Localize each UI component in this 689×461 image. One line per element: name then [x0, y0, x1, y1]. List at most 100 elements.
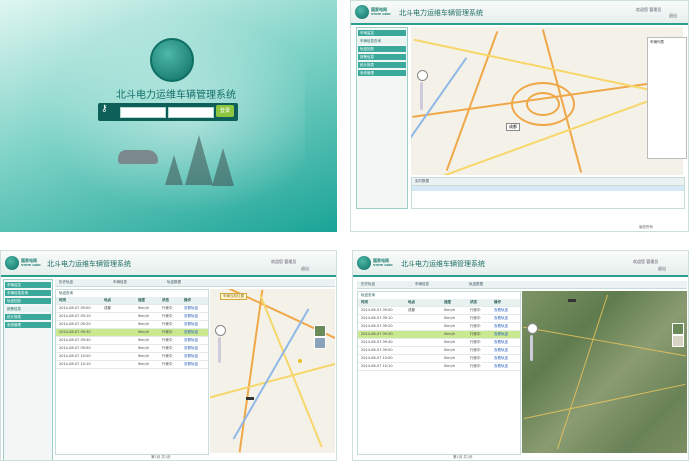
table-row[interactable]: 2014-08-07 09:10 0km/h 行驶中 查看轨迹	[358, 315, 520, 323]
sidebar-item[interactable]: 车辆信息查询	[358, 38, 406, 44]
table-cell: 0km/h	[138, 322, 150, 326]
sidebar-item[interactable]: 报警信息	[358, 54, 406, 60]
table-cell: 0km/h	[138, 338, 150, 342]
zoom-slider[interactable]	[218, 337, 221, 363]
logout-link[interactable]: 退出	[301, 266, 309, 272]
view-track-link[interactable]: 查看轨迹	[494, 315, 508, 322]
table-cell: 2014-08-07 09:00	[361, 308, 393, 312]
footer-text: 版权所有	[639, 225, 653, 229]
view-track-link[interactable]: 查看轨迹	[494, 347, 508, 354]
username-input[interactable]	[120, 107, 166, 118]
view-track-link[interactable]: 查看轨迹	[494, 355, 508, 362]
table-row[interactable]: 2014-08-07 09:50 0km/h 行驶中 查看轨迹	[358, 347, 520, 355]
table-row[interactable]: 2014-08-07 10:10 0km/h 行驶中 查看轨迹	[56, 361, 208, 369]
state-grid-logo	[357, 256, 371, 270]
login-button[interactable]: 登录	[216, 105, 234, 117]
vehicle-marker-icon[interactable]	[298, 359, 302, 363]
table-cell: 行驶中	[470, 316, 481, 320]
table-row[interactable]: 2014-08-07 09:10 0km/h 行驶中 查看轨迹	[56, 313, 208, 321]
map-road	[210, 359, 335, 401]
tab[interactable]: 车辆信息	[415, 281, 429, 288]
sidebar-item[interactable]: 轨迹回放	[5, 298, 51, 304]
table-row[interactable]: 2014-08-07 10:00 0km/h 行驶中 查看轨迹	[358, 355, 520, 363]
table-cell: 0km/h	[444, 324, 456, 328]
view-track-link[interactable]: 查看轨迹	[184, 345, 198, 352]
table-row[interactable]: 2014-08-07 09:40 0km/h 行驶中 查看轨迹	[358, 339, 520, 347]
map-type-thumbnail[interactable]	[314, 337, 326, 349]
pan-control-icon[interactable]	[527, 323, 538, 334]
table-row[interactable]: 2014-08-07 09:00 成都 0km/h 行驶中 查看轨迹	[56, 305, 208, 313]
user-greeting: 欢迎您 管理员	[271, 259, 297, 264]
table-row[interactable]: 2014-08-07 09:20 0km/h 行驶中 查看轨迹	[358, 323, 520, 331]
zoom-slider[interactable]	[530, 335, 533, 361]
pan-control-icon[interactable]	[215, 325, 226, 336]
map-view[interactable]: 成都	[411, 27, 683, 175]
view-track-link[interactable]: 查看轨迹	[494, 331, 508, 338]
app-header: 国家电网 STATE GRID 北斗电力运维车辆管理系统 欢迎您 管理员 退出	[1, 251, 336, 277]
view-track-link[interactable]: 查看轨迹	[494, 307, 508, 314]
state-grid-logo	[5, 256, 19, 270]
sidebar-item[interactable]: 系统管理	[5, 322, 51, 328]
table-row[interactable]: 2014-08-07 09:00 成都 0km/h 行驶中 查看轨迹	[358, 307, 520, 315]
sidebar-item[interactable]: 系统管理	[358, 70, 406, 76]
logout-link[interactable]: 退出	[658, 266, 666, 272]
table-row[interactable]: 2014-08-07 09:50 0km/h 行驶中 查看轨迹	[56, 345, 208, 353]
sidebar-item[interactable]: 报警信息	[5, 306, 51, 312]
vehicle-marker-icon[interactable]	[246, 397, 254, 400]
table-cell: 行驶中	[470, 348, 481, 352]
view-track-link[interactable]: 查看轨迹	[184, 305, 198, 312]
map-view[interactable]: 车辆当前位置	[210, 289, 335, 453]
tab[interactable]: 轨迹数据	[167, 279, 181, 286]
table-cell: 2014-08-07 10:10	[59, 362, 91, 366]
view-track-link[interactable]: 查看轨迹	[494, 323, 508, 330]
view-track-link[interactable]: 查看轨迹	[184, 353, 198, 360]
view-track-link[interactable]: 查看轨迹	[184, 329, 198, 336]
sidebar-item[interactable]: 统计报表	[358, 62, 406, 68]
tab[interactable]: 轨迹数据	[469, 281, 483, 288]
map-type-thumbnail[interactable]	[314, 325, 326, 337]
pan-control-icon[interactable]	[417, 70, 428, 81]
track-satellite-screen: 国家电网 STATE GRID 北斗电力运维车辆管理系统 欢迎您 管理员 退出 …	[352, 250, 689, 461]
zoom-slider[interactable]	[420, 82, 423, 110]
tab[interactable]: 历史轨迹	[59, 279, 73, 286]
table-title: 轨迹查询	[59, 291, 73, 295]
view-track-link[interactable]: 查看轨迹	[184, 313, 198, 320]
view-track-link[interactable]: 查看轨迹	[494, 363, 508, 370]
satellite-map-view[interactable]	[522, 291, 687, 453]
realtime-tab[interactable]: 实时数据	[412, 178, 684, 186]
app-title: 北斗电力运维车辆管理系统	[47, 260, 131, 268]
app-header: 国家电网 STATE GRID 北斗电力运维车辆管理系统 欢迎您 管理员 退出	[353, 251, 688, 277]
map-type-thumbnail[interactable]	[672, 323, 684, 335]
table-row[interactable]: 2014-08-07 09:40 0km/h 行驶中 查看轨迹	[56, 337, 208, 345]
table-cell: 0km/h	[444, 332, 456, 336]
table-cell: 2014-08-07 09:20	[361, 324, 393, 328]
logout-link[interactable]: 退出	[669, 13, 677, 19]
table-row[interactable]: 2014-08-07 09:30 0km/h 行驶中 查看轨迹	[56, 329, 208, 337]
table-cell: 成都	[104, 306, 111, 310]
view-track-link[interactable]: 查看轨迹	[184, 321, 198, 328]
map-road	[523, 326, 686, 357]
table-cell: 2014-08-07 09:50	[59, 346, 91, 350]
table-row[interactable]: 2014-08-07 10:10 0km/h 行驶中 查看轨迹	[358, 363, 520, 371]
vehicle-marker-icon[interactable]	[568, 299, 576, 302]
table-row[interactable]: 2014-08-07 09:20 0km/h 行驶中 查看轨迹	[56, 321, 208, 329]
table-row[interactable]: 2014-08-07 10:00 0km/h 行驶中 查看轨迹	[56, 353, 208, 361]
tab[interactable]: 车辆信息	[113, 279, 127, 286]
sidebar-item[interactable]: 车辆监控	[358, 30, 406, 36]
sidebar-item[interactable]: 统计报表	[5, 314, 51, 320]
password-input[interactable]	[168, 107, 214, 118]
table-cell: 0km/h	[138, 346, 150, 350]
tab[interactable]: 历史轨迹	[361, 281, 375, 288]
view-track-link[interactable]: 查看轨迹	[494, 339, 508, 346]
view-track-link[interactable]: 查看轨迹	[184, 337, 198, 344]
sidebar-item[interactable]: 轨迹回放	[358, 46, 406, 52]
map-label: 成都	[506, 123, 520, 131]
table-row[interactable]: 2014-08-07 09:30 0km/h 行驶中 查看轨迹	[358, 331, 520, 339]
view-track-link[interactable]: 查看轨迹	[184, 361, 198, 368]
sidebar-item[interactable]: 车辆监控	[5, 282, 51, 288]
table-cell: 行驶中	[470, 364, 481, 368]
tree-item[interactable]: 车辆列表	[650, 40, 664, 45]
map-type-thumbnail[interactable]	[672, 335, 684, 347]
table-cell: 2014-08-07 10:00	[361, 356, 393, 360]
sidebar-item[interactable]: 车辆信息查询	[5, 290, 51, 296]
